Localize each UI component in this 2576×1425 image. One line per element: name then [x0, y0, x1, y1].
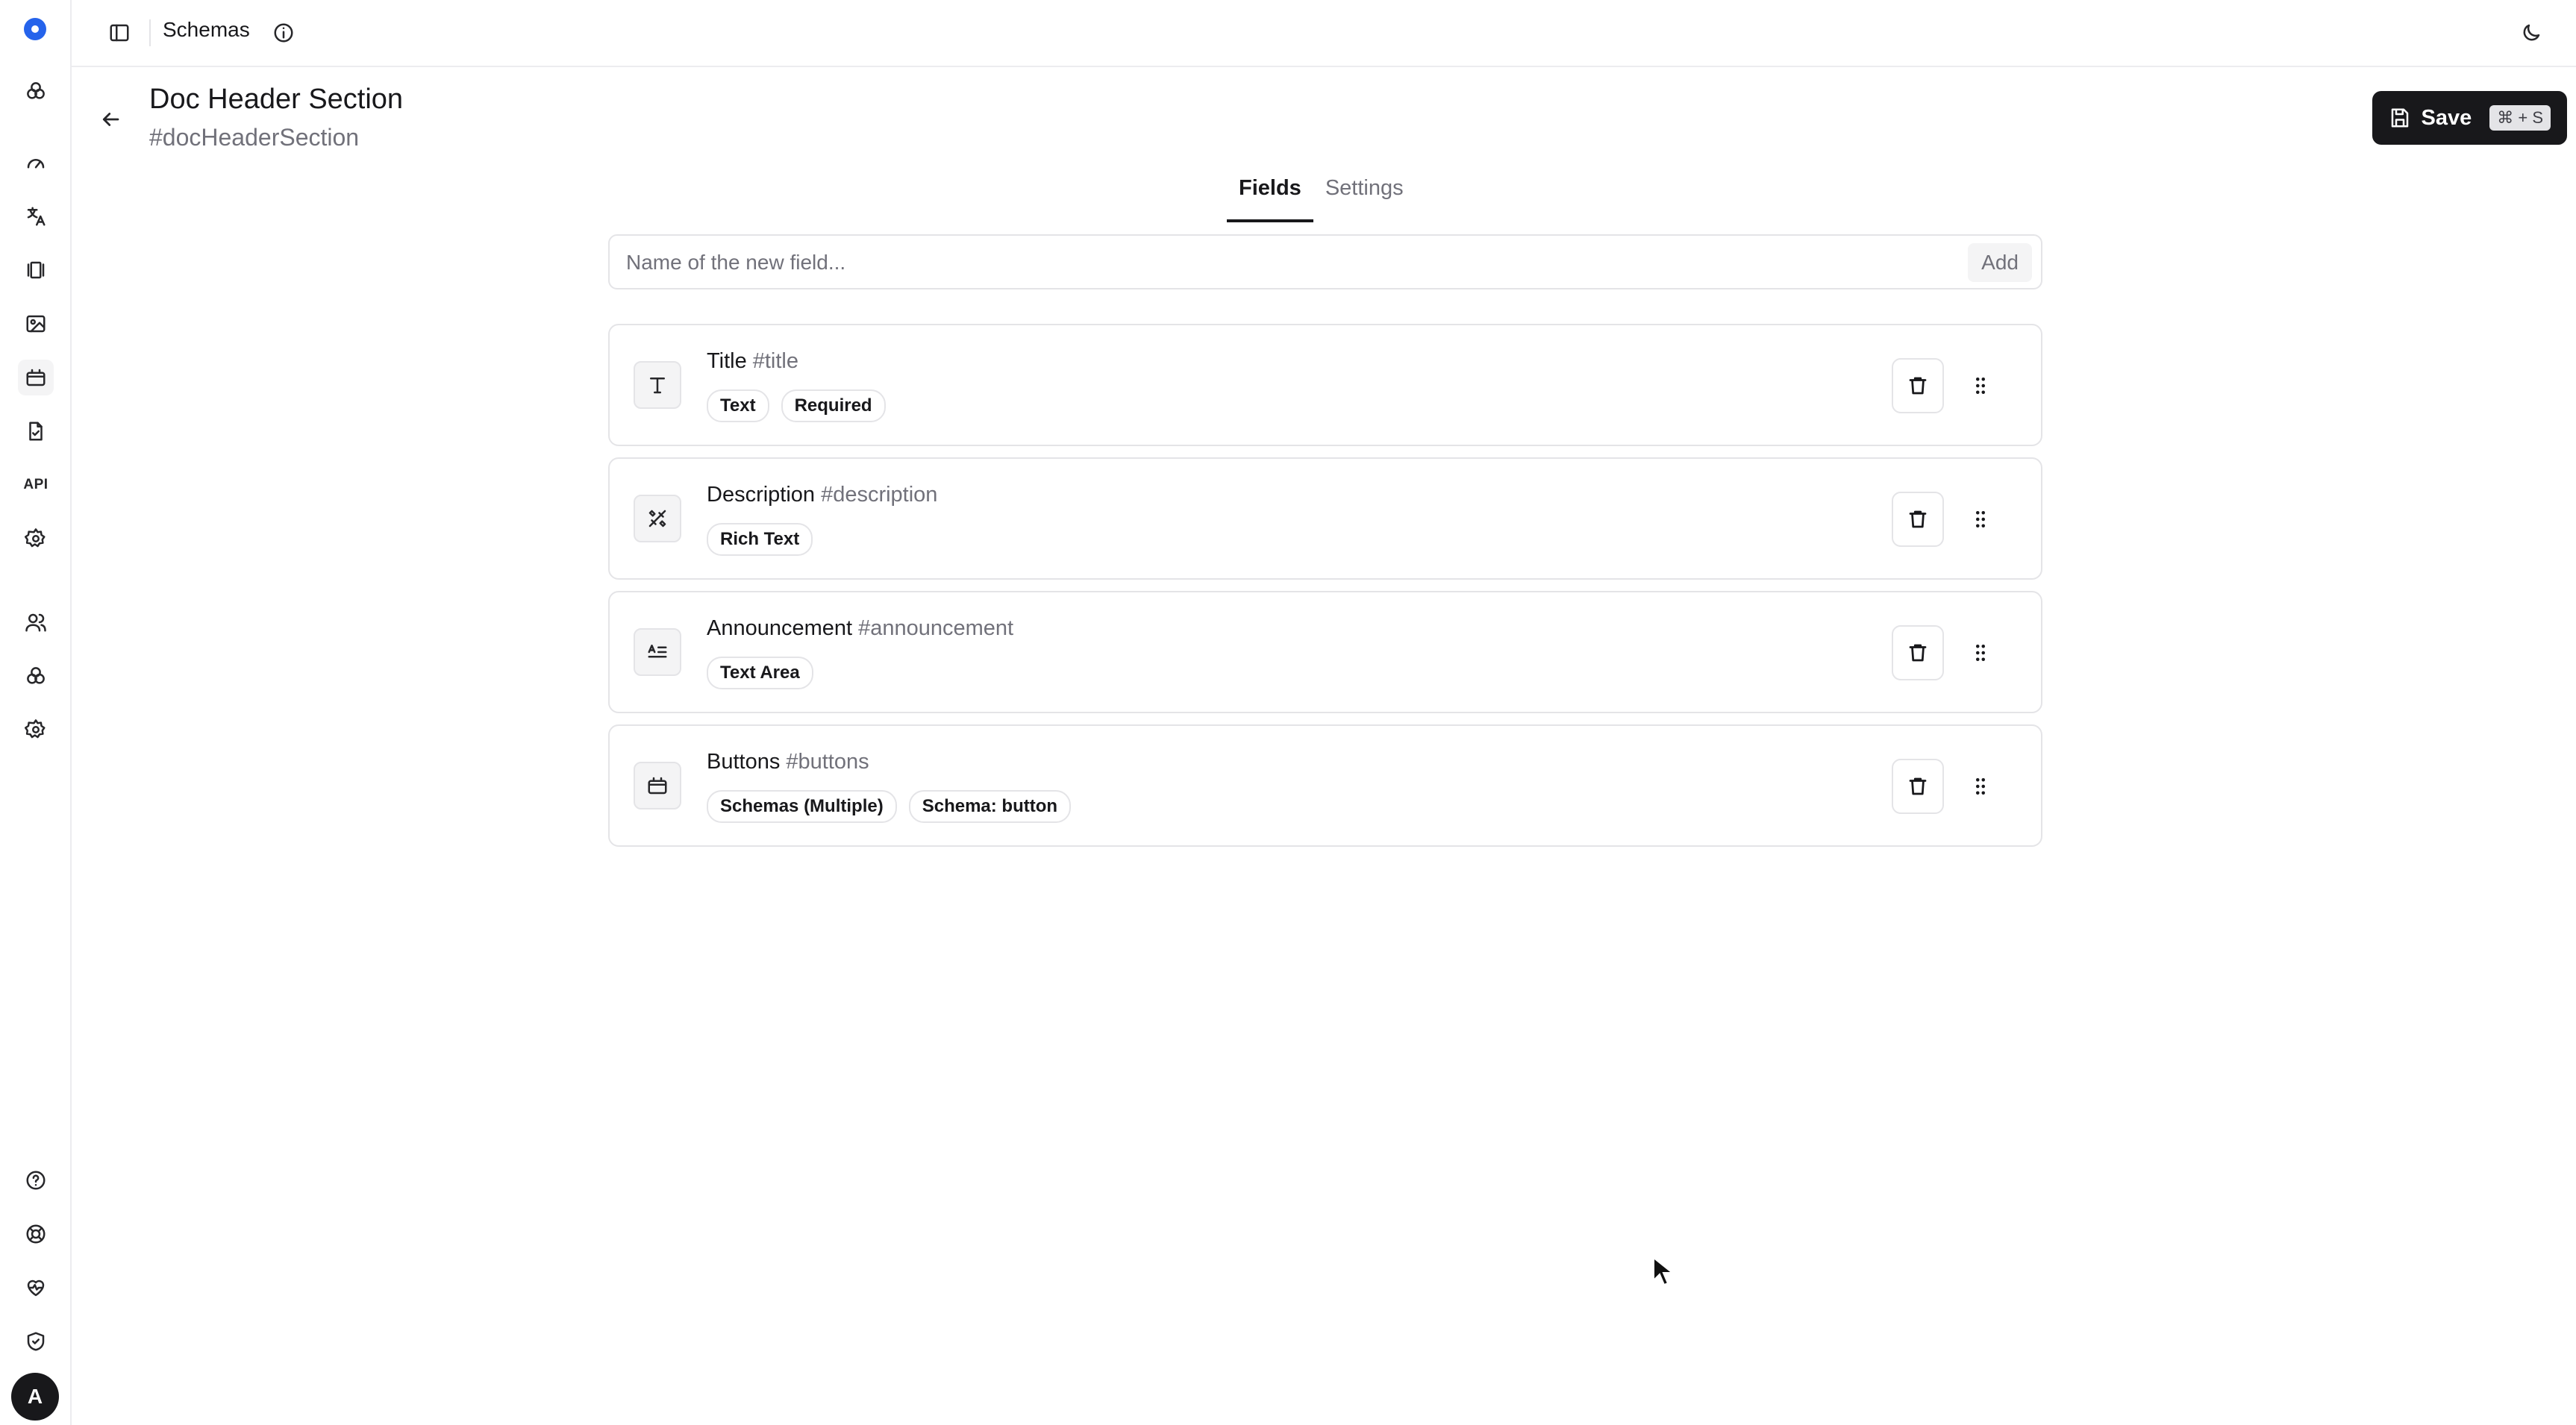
media-image-icon[interactable]	[18, 306, 54, 342]
save-floppy-icon	[2391, 108, 2408, 128]
topbar-divider	[149, 19, 151, 46]
field-type-badge: Schemas (Multiple)	[707, 790, 897, 823]
health-heart-icon[interactable]	[18, 1270, 54, 1306]
sidebar-rail: API A	[0, 0, 72, 1425]
save-shortcut-hint: ⌘ + S	[2489, 105, 2551, 131]
field-row-announcement[interactable]: Announcement #announcement Text Area	[608, 591, 2042, 713]
text-type-icon	[634, 361, 681, 409]
schemas-icon[interactable]	[18, 360, 54, 395]
trash-icon	[1909, 510, 1927, 528]
drag-handle-icon[interactable]	[1962, 501, 1999, 538]
field-row-title[interactable]: Title #title Text Required	[608, 324, 2042, 446]
app-logo-icon[interactable]	[24, 18, 46, 40]
field-tags: Text Area	[707, 657, 813, 689]
page-title: Doc Header Section	[149, 84, 404, 115]
field-name-line: Description #description	[707, 483, 937, 507]
content-library-icon[interactable]	[18, 252, 54, 288]
field-id: #announcement	[858, 616, 1014, 640]
tab-settings[interactable]: Settings	[1313, 176, 1416, 222]
breadcrumb[interactable]: Schemas	[163, 18, 250, 42]
tab-fields[interactable]: Fields	[1227, 176, 1313, 222]
delete-field-button[interactable]	[1892, 625, 1944, 680]
projects-icon[interactable]	[18, 73, 54, 109]
field-id: #buttons	[786, 750, 869, 774]
required-badge: Required	[781, 389, 886, 422]
text-area-icon	[634, 628, 681, 676]
field-id: #title	[752, 349, 798, 373]
field-tags: Text Required	[707, 389, 886, 422]
field-name: Announcement	[707, 616, 853, 640]
translate-icon[interactable]	[18, 198, 54, 234]
api-icon[interactable]: API	[18, 467, 54, 503]
save-button-label: Save	[2421, 105, 2472, 130]
user-avatar[interactable]: A	[11, 1373, 59, 1421]
field-id: #description	[821, 483, 938, 507]
sidebar-toggle-icon[interactable]	[101, 15, 137, 51]
info-icon[interactable]	[267, 16, 300, 49]
field-type-badge: Rich Text	[707, 523, 813, 556]
field-name: Title	[707, 349, 747, 373]
field-name: Description	[707, 483, 816, 507]
field-row-description[interactable]: Description #description Rich Text	[608, 457, 2042, 580]
trash-icon	[1909, 644, 1927, 662]
theme-toggle-moon-icon[interactable]	[2513, 15, 2549, 51]
drag-handle-icon[interactable]	[1962, 367, 1999, 404]
schema-reference-badge: Schema: button	[908, 790, 1072, 823]
page-subtitle: #docHeaderSection	[149, 124, 360, 151]
save-button[interactable]: Save ⌘ + S	[2372, 91, 2567, 145]
new-field-form: Add	[608, 234, 2042, 289]
back-arrow-icon[interactable]	[93, 101, 128, 137]
drag-handle-icon[interactable]	[1962, 634, 1999, 671]
schema-icon	[634, 762, 681, 809]
field-tags: Schemas (Multiple) Schema: button	[707, 790, 1072, 823]
field-name-line: Title #title	[707, 349, 798, 374]
delete-field-button[interactable]	[1892, 492, 1944, 547]
space-settings-gear-icon[interactable]	[18, 521, 54, 557]
new-field-input[interactable]	[626, 246, 1895, 279]
add-field-button[interactable]: Add	[1968, 243, 2032, 282]
dashboard-gauge-icon[interactable]	[18, 145, 54, 181]
help-icon[interactable]	[18, 1162, 54, 1198]
support-lifebuoy-icon[interactable]	[18, 1216, 54, 1252]
field-row-buttons[interactable]: Buttons #buttons Schemas (Multiple) Schem…	[608, 724, 2042, 847]
trash-icon	[1909, 377, 1927, 395]
field-type-badge: Text Area	[707, 657, 813, 689]
security-shield-icon[interactable]	[18, 1324, 54, 1359]
trash-icon	[1909, 777, 1927, 795]
tab-bar: Fields Settings	[1227, 176, 1416, 222]
documents-icon[interactable]	[18, 413, 54, 449]
rich-text-icon	[634, 495, 681, 542]
field-name-line: Buttons #buttons	[707, 750, 869, 774]
settings-gear-icon[interactable]	[18, 712, 54, 748]
top-bar: Schemas	[72, 0, 2576, 67]
avatar-initial: A	[27, 1385, 43, 1408]
mouse-cursor-icon	[1653, 1256, 1675, 1286]
field-tags: Rich Text	[707, 523, 813, 556]
field-type-badge: Text	[707, 389, 769, 422]
users-icon[interactable]	[18, 604, 54, 640]
spaces-icon[interactable]	[18, 658, 54, 694]
field-name: Buttons	[707, 750, 781, 774]
delete-field-button[interactable]	[1892, 759, 1944, 814]
delete-field-button[interactable]	[1892, 358, 1944, 413]
field-name-line: Announcement #announcement	[707, 616, 1013, 641]
drag-handle-icon[interactable]	[1962, 768, 1999, 805]
